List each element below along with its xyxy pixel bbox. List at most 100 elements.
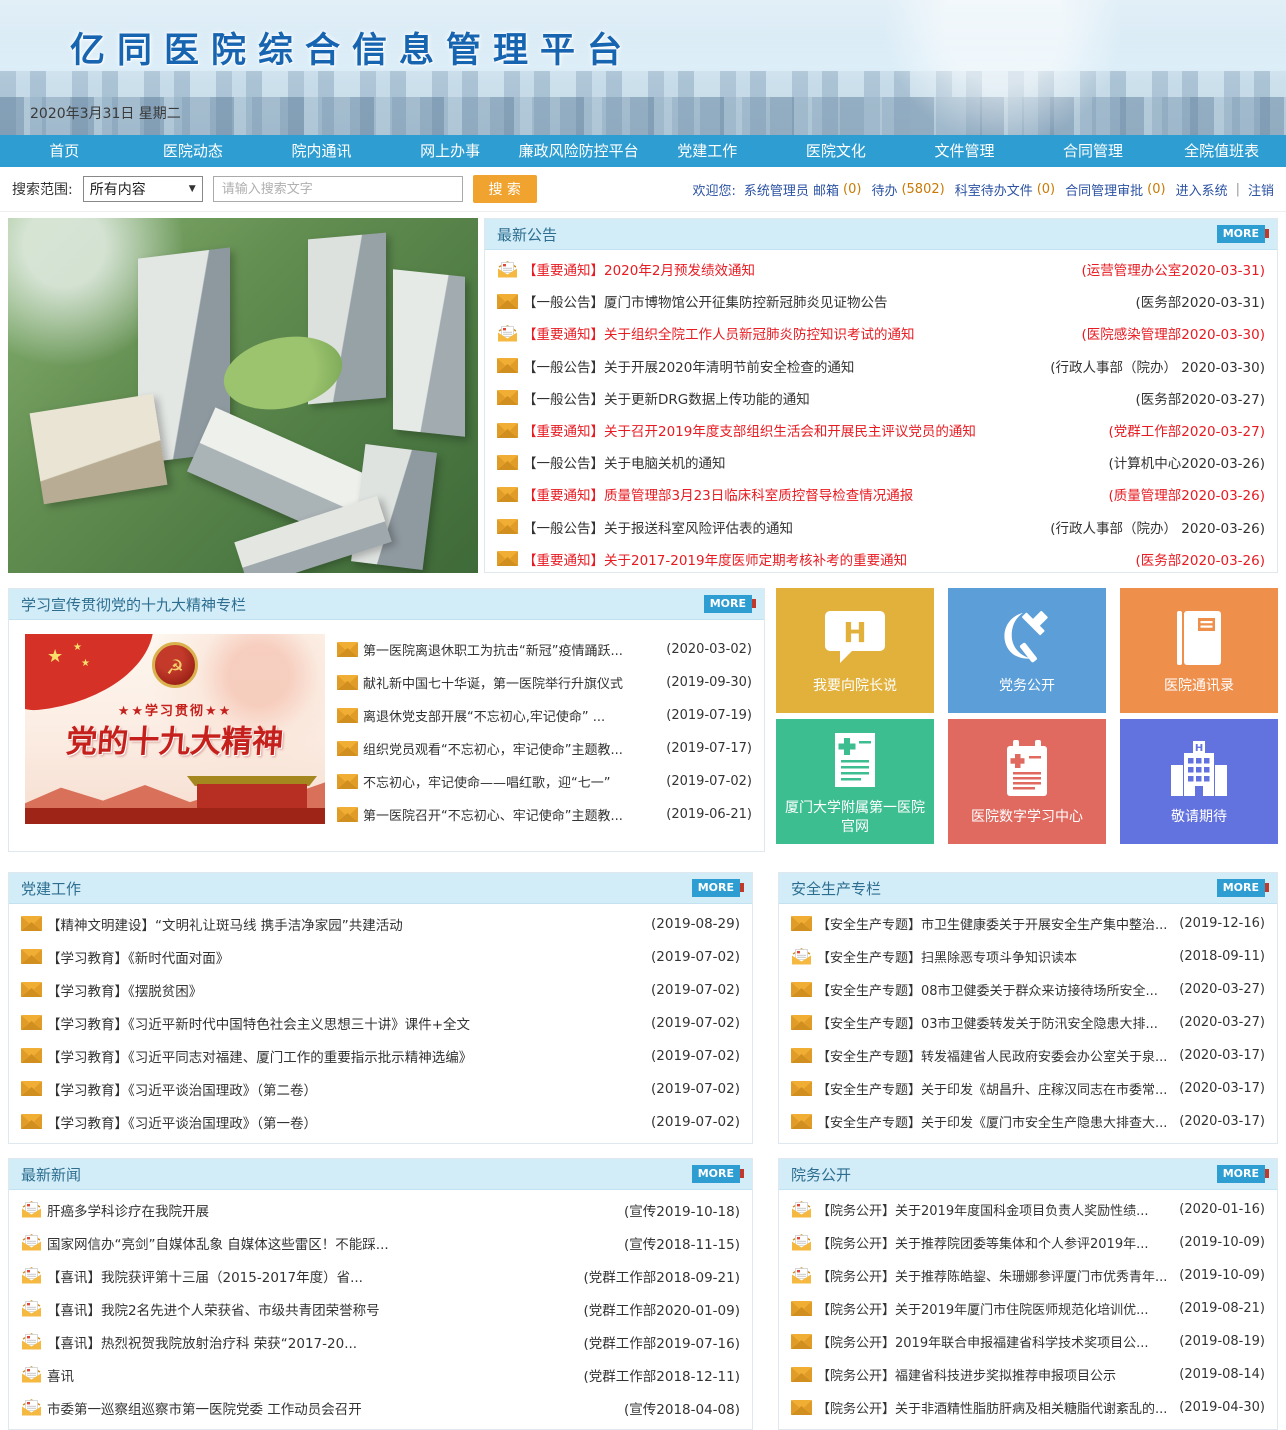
logout-link[interactable]: 注销 <box>1248 180 1274 199</box>
list-item[interactable]: 【喜讯】我院2名先进个人荣获省、市级共青团荣誉称号(党群工作部2020-01-0… <box>21 1292 740 1325</box>
list-item[interactable]: 【院务公开】关于非酒精性脂肪肝病及相关糖脂代谢紊乱的...(2019-04-30… <box>791 1391 1265 1424</box>
item-meta: (党群工作部2018-09-21) <box>584 1266 741 1286</box>
item-meta: (2019-07-19) <box>666 708 752 723</box>
quick-link-tile[interactable]: H敬请期待 <box>1120 719 1278 844</box>
list-item[interactable]: 【一般公告】关于开展2020年清明节前安全检查的通知(行政人事部（院办） 202… <box>497 350 1265 382</box>
search-button[interactable]: 搜 索 <box>473 175 537 203</box>
item-title: 【院务公开】关于推荐陈皓鋆、朱珊娜参评厦门市优秀青年... <box>817 1266 1171 1285</box>
quick-link-tile[interactable]: 医院数字学习中心 <box>948 719 1106 844</box>
list-item[interactable]: 不忘初心，牢记使命——唱红歌，迎“七一”(2019-07-02) <box>337 765 752 798</box>
list-item[interactable]: 【院务公开】福建省科技进步奖拟推荐申报项目公示(2019-08-14) <box>791 1358 1265 1391</box>
list-item[interactable]: 组织党员观看“不忘初心，牢记使命”主题教...(2019-07-17) <box>337 732 752 765</box>
list-item[interactable]: 献礼新中国七十华诞，第一医院举行升旗仪式(2019-09-30) <box>337 666 752 699</box>
more-button[interactable]: MORE <box>1217 1165 1265 1182</box>
list-item[interactable]: 【重要通知】2020年2月预发绩效通知(运营管理办公室2020-03-31) <box>497 253 1265 285</box>
search-scope-value: 所有内容 <box>90 179 146 199</box>
list-item[interactable]: 【重要通知】关于2017-2019年度医师定期考核补考的重要通知(医务部2020… <box>497 543 1265 575</box>
list-item[interactable]: 离退休党支部开展“不忘初心,牢记使命” ... (2019-07-19) <box>337 699 752 732</box>
item-title: 【学习教育】《习近平同志对福建、厦门工作的重要指示批示精神选编》 <box>47 1046 643 1066</box>
list-item[interactable]: 【院务公开】关于2019年厦门市住院医师规范化培训优...(2019-08-21… <box>791 1292 1265 1325</box>
list-item[interactable]: 【学习教育】《摆脱贫困》(2019-07-02) <box>21 973 740 1006</box>
item-title: 【一般公告】厦门市博物馆公开征集防控新冠肺炎见证物公告 <box>523 291 1128 311</box>
item-title: 【学习教育】《习近平新时代中国特色社会主义思想三十讲》课件+全文 <box>47 1013 643 1033</box>
list-item[interactable]: 【一般公告】关于报送科室风险评估表的通知(行政人事部（院办） 2020-03-2… <box>497 511 1265 543</box>
list-item[interactable]: 【院务公开】关于推荐陈皓鋆、朱珊娜参评厦门市优秀青年...(2019-10-09… <box>791 1259 1265 1292</box>
more-button[interactable]: MORE <box>692 879 740 896</box>
item-title: 【安全生产专题】关于印发《厦门市安全生产隐患大排查大... <box>817 1112 1171 1131</box>
nav-item[interactable]: 全院值班表 <box>1157 135 1286 167</box>
nav-item[interactable]: 医院动态 <box>129 135 258 167</box>
list-item[interactable]: 【学习教育】《习近平谈治国理政》（第二卷）(2019-07-02) <box>21 1072 740 1105</box>
list-item[interactable]: 【喜讯】我院获评第十三届（2015-2017年度）省...(党群工作部2018-… <box>21 1259 740 1292</box>
list-item[interactable]: 第一医院离退休职工为抗击“新冠”疫情踊跃...(2020-03-02) <box>337 633 752 666</box>
list-item[interactable]: 【安全生产专题】关于印发《厦门市安全生产隐患大排查大... (2020-03-17… <box>791 1105 1265 1138</box>
nav-item[interactable]: 廉政风险防控平台 <box>514 135 643 167</box>
nav-item[interactable]: 医院文化 <box>772 135 901 167</box>
envelope-icon <box>21 949 47 964</box>
open-envelope-icon <box>21 1234 47 1251</box>
item-meta: (医务部2020-03-27) <box>1136 388 1266 408</box>
enter-system-link[interactable]: 进入系统 <box>1176 180 1228 199</box>
item-meta: (2020-03-17) <box>1179 1114 1265 1129</box>
more-button[interactable]: MORE <box>1217 879 1265 896</box>
list-item[interactable]: 第一医院召开“不忘初心、牢记使命”主题教...(2019-06-21) <box>337 798 752 831</box>
quick-link-tile[interactable]: 党务公开 <box>948 588 1106 713</box>
item-title: 组织党员观看“不忘初心，牢记使命”主题教... <box>363 739 658 758</box>
list-item[interactable]: 【院务公开】关于2019年度国科金项目负责人奖励性绩...(2020-01-16… <box>791 1193 1265 1226</box>
panel-header: 最新公告 MORE <box>485 219 1277 250</box>
list-item[interactable]: 【一般公告】厦门市博物馆公开征集防控新冠肺炎见证物公告(医务部2020-03-3… <box>497 285 1265 317</box>
more-button[interactable]: MORE <box>1217 225 1265 242</box>
list-item[interactable]: 【一般公告】关于电脑关机的通知(计算机中心2020-03-26) <box>497 446 1265 478</box>
list-item[interactable]: 【院务公开】2019年联合申报福建省科学技术奖项目公...(2019-08-19… <box>791 1325 1265 1358</box>
user-bar-link[interactable]: 待办 <box>871 180 897 199</box>
list-item[interactable]: 【安全生产专题】关于印发《胡昌升、庄稼汉同志在市委常...(2020-03-17… <box>791 1072 1265 1105</box>
list-item[interactable]: 【院务公开】关于推荐院团委等集体和个人参评2019年...(2019-10-09… <box>791 1226 1265 1259</box>
list-item[interactable]: 【学习教育】《习近平同志对福建、厦门工作的重要指示批示精神选编》(2019-07… <box>21 1039 740 1072</box>
user-bar-link[interactable]: 合同管理审批 <box>1065 180 1143 199</box>
envelope-icon <box>21 1114 47 1129</box>
user-bar-link[interactable]: 系统管理员 邮箱 <box>744 180 839 199</box>
list-item[interactable]: 肝癌多学科诊疗在我院开展(宣传2019-10-18) <box>21 1193 740 1226</box>
list-item[interactable]: 【重要通知】关于组织全院工作人员新冠肺炎防控知识考试的通知(医院感染管理部202… <box>497 317 1265 349</box>
user-bar-link[interactable]: 科室待办文件 <box>955 180 1033 199</box>
list-item[interactable]: 【安全生产专题】扫黑除恶专项斗争知识读本(2018-09-11) <box>791 940 1265 973</box>
quick-link-tile[interactable]: H我要向院长说 <box>776 588 934 713</box>
current-date: 2020年3月31日 星期二 <box>30 103 181 123</box>
list-item[interactable]: 【安全生产专题】03市卫健委转发关于防汛安全隐患大排...(2020-03-27… <box>791 1006 1265 1039</box>
list-item[interactable]: 【学习教育】《习近平新时代中国特色社会主义思想三十讲》课件+全文(2019-07… <box>21 1006 740 1039</box>
envelope-icon <box>791 1367 817 1382</box>
more-button[interactable]: MORE <box>704 595 752 612</box>
party-congress-banner-image[interactable]: ★ ★ ★ ☭ ★★学习贯彻★★ 党的十九大精神 <box>25 634 325 824</box>
nav-item[interactable]: 网上办事 <box>386 135 515 167</box>
safety-panel: 安全生产专栏 MORE 【安全生产专题】市卫生健康委关于开展安全生产集中整治..… <box>778 872 1278 1144</box>
nav-item[interactable]: 院内通讯 <box>257 135 386 167</box>
nav-item[interactable]: 党建工作 <box>643 135 772 167</box>
list-item[interactable]: 【喜讯】热烈祝贺我院放射治疗科 荣获“2017-20...(党群工作部2019-… <box>21 1325 740 1358</box>
search-input[interactable] <box>213 176 463 202</box>
speech-bubble-h-icon: H <box>822 605 888 671</box>
item-title: 第一医院离退休职工为抗击“新冠”疫情踊跃... <box>363 640 658 659</box>
list-item[interactable]: 【安全生产专题】08市卫健委关于群众来访接待场所安全...(2020-03-27… <box>791 973 1265 1006</box>
envelope-icon <box>21 916 47 931</box>
list-item[interactable]: 【学习教育】《新时代面对面》(2019-07-02) <box>21 940 740 973</box>
list-item[interactable]: 【重要通知】关于召开2019年度支部组织生活会和开展民主评议党员的通知(党群工作… <box>497 414 1265 446</box>
list-item[interactable]: 【重要通知】质量管理部3月23日临床科室质控督导检查情况通报(质量管理部2020… <box>497 478 1265 510</box>
list-item[interactable]: 【学习教育】《习近平谈治国理政》（第一卷）(2019-07-02) <box>21 1105 740 1138</box>
nav-item[interactable]: 合同管理 <box>1029 135 1158 167</box>
search-scope-select[interactable]: 所有内容 ▼ <box>83 176 203 202</box>
list-item[interactable]: 【一般公告】关于更新DRG数据上传功能的通知(医务部2020-03-27) <box>497 382 1265 414</box>
nav-item[interactable]: 文件管理 <box>900 135 1029 167</box>
list-item[interactable]: 市委第一巡察组巡察市第一医院党委 工作动员会召开(宣传2018-04-08) <box>21 1391 740 1424</box>
item-title: 离退休党支部开展“不忘初心,牢记使命” ... <box>363 706 658 725</box>
list-item[interactable]: 【安全生产专题】市卫生健康委关于开展安全生产集中整治...(2019-12-16… <box>791 907 1265 940</box>
list-item[interactable]: 国家网信办“亮剑”自媒体乱象 自媒体这些雷区！不能踩...(宣传2018-11-… <box>21 1226 740 1259</box>
item-title: 【院务公开】福建省科技进步奖拟推荐申报项目公示 <box>817 1365 1171 1384</box>
list-item[interactable]: 喜讯(党群工作部2018-12-11) <box>21 1358 740 1391</box>
item-title: 【安全生产专题】市卫生健康委关于开展安全生产集中整治... <box>817 914 1171 933</box>
quick-link-tile[interactable]: 医院通讯录 <box>1120 588 1278 713</box>
nav-item[interactable]: 首页 <box>0 135 129 167</box>
list-item[interactable]: 【安全生产专题】转发福建省人民政府安委会办公室关于泉...(2020-03-17… <box>791 1039 1265 1072</box>
more-button[interactable]: MORE <box>692 1165 740 1182</box>
list-item[interactable]: 【精神文明建设】“文明礼让斑马线 携手洁净家园”共建活动(2019-08-29) <box>21 907 740 940</box>
quick-link-tile[interactable]: 厦门大学附属第一医院官网 <box>776 719 934 844</box>
